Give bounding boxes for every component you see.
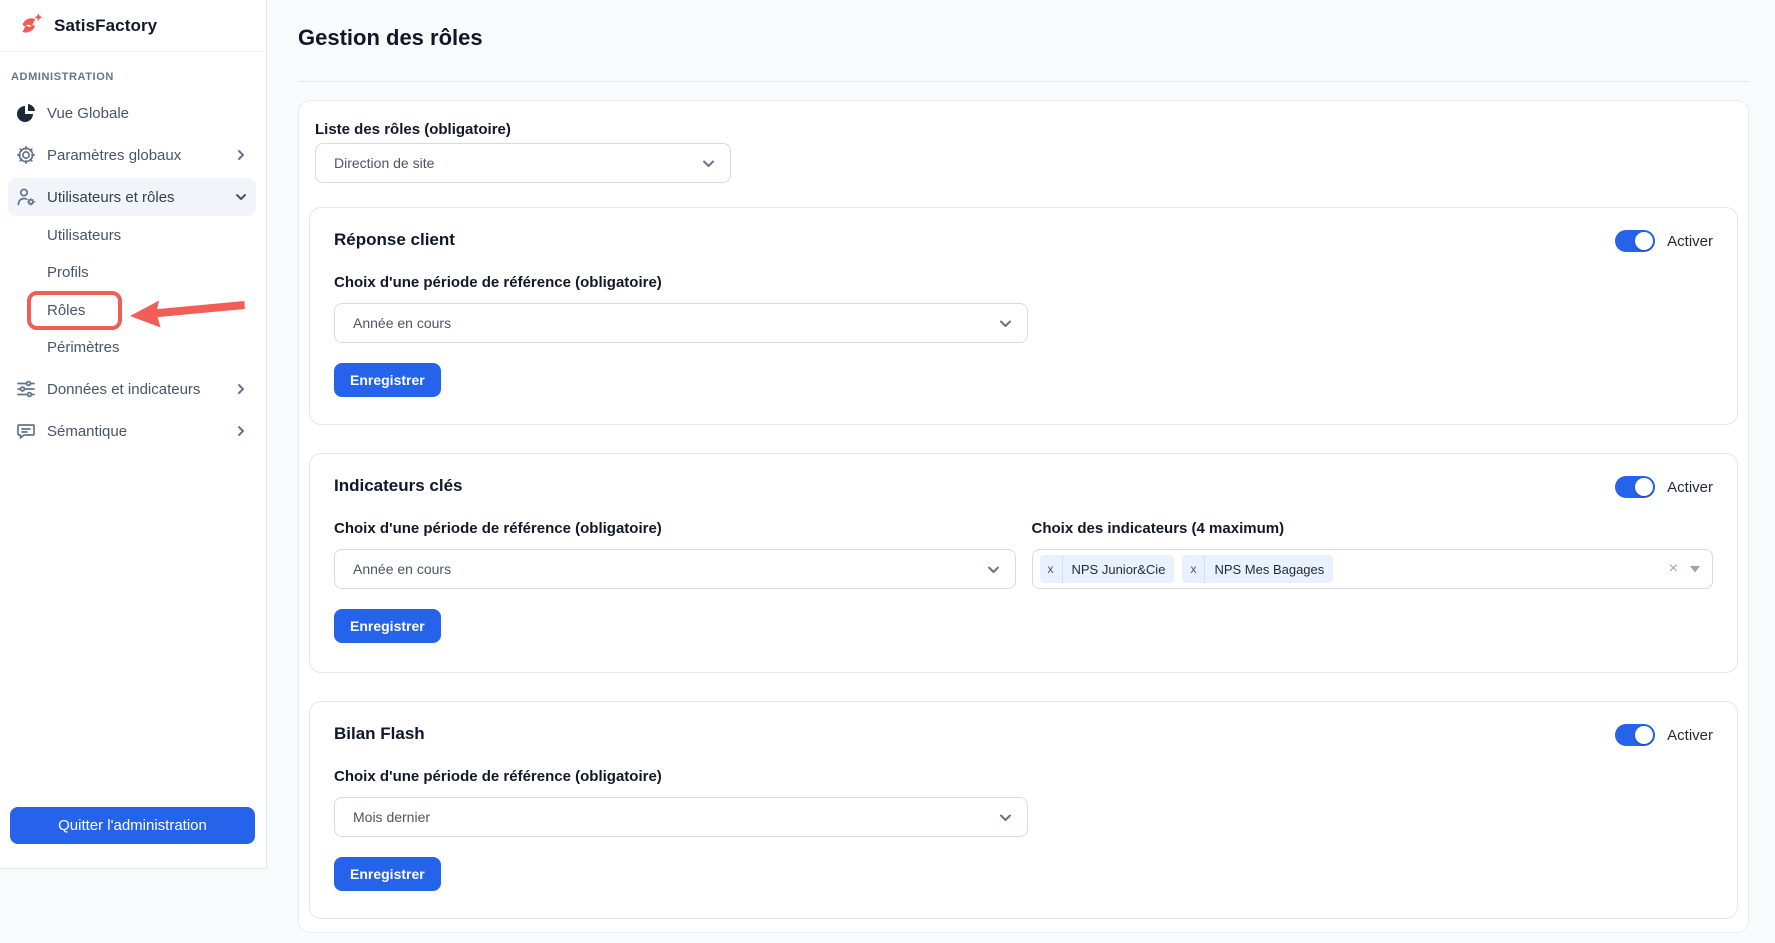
indicator-tag: x NPS Mes Bagages [1182,555,1333,583]
chevron-right-icon [234,382,248,396]
section-card-bilan-flash: Bilan Flash Activer Choix d'une période … [309,701,1738,919]
sidebar-subitem-perimetres[interactable]: Périmètres [8,328,256,366]
toggle-label: Activer [1667,727,1713,744]
activate-toggle-row: Activer [1615,230,1713,252]
period-column: Choix d'une période de référence (obliga… [334,496,1016,589]
sidebar-item-vue-globale[interactable]: Vue Globale [8,94,256,132]
gear-icon [16,145,36,165]
sidebar-item-label: Utilisateurs et rôles [47,189,175,206]
multiselect-controls: × [1669,561,1700,577]
indicator-tag-label: NPS Junior&Cie [1063,555,1175,583]
section-title: Bilan Flash [334,724,1713,744]
satisfactory-logo-icon [16,12,44,40]
period-label: Choix d'une période de référence (obliga… [334,520,1016,537]
sliders-icon [16,379,36,399]
page-title: Gestion des rôles [298,25,483,51]
sidebar-item-label: Périmètres [47,339,120,356]
sidebar-subitem-profils[interactable]: Profils [8,253,256,291]
indicator-tag: x NPS Junior&Cie [1040,555,1175,583]
sidebar-item-donnees-et-indicateurs[interactable]: Données et indicateurs [8,370,256,408]
sidebar-item-label: Profils [47,264,89,281]
activate-toggle-row: Activer [1615,724,1713,746]
role-select-value: Direction de site [334,155,434,171]
period-select[interactable]: Mois dernier [334,797,1028,837]
toggle-label: Activer [1667,479,1713,496]
save-button[interactable]: Enregistrer [334,857,441,891]
main-content: Gestion des rôles Liste des rôles (oblig… [267,0,1775,943]
sidebar-subitem-roles[interactable]: Rôles [8,291,256,329]
section-label-administration: ADMINISTRATION [11,71,114,83]
sidebar-item-semantique[interactable]: Sémantique [8,412,256,450]
section-title: Indicateurs clés [334,476,1713,496]
remove-tag-icon[interactable]: x [1040,555,1063,583]
activate-toggle[interactable] [1615,724,1655,746]
save-button[interactable]: Enregistrer [334,609,441,643]
indicator-tag-label: NPS Mes Bagages [1205,555,1333,583]
save-button[interactable]: Enregistrer [334,363,441,397]
sidebar-item-label: Utilisateurs [47,227,121,244]
title-divider [298,81,1749,82]
toggle-knob [1635,726,1653,744]
chevron-down-icon [986,562,1001,577]
indicators-label: Choix des indicateurs (4 maximum) [1032,520,1714,537]
period-select[interactable]: Année en cours [334,303,1028,343]
activate-toggle[interactable] [1615,230,1655,252]
section-title: Réponse client [334,230,1713,250]
dropdown-caret-icon[interactable] [1690,566,1700,573]
sidebar-item-utilisateurs-et-roles[interactable]: Utilisateurs et rôles [8,178,256,216]
admin-sidebar: SatisFactory ADMINISTRATION Vue Globale … [0,0,267,869]
toggle-knob [1635,232,1653,250]
sidebar-item-label: Données et indicateurs [47,381,200,398]
remove-tag-icon[interactable]: x [1182,555,1205,583]
period-label: Choix d'une période de référence (obliga… [334,768,1713,785]
sidebar-item-label: Sémantique [47,423,127,440]
chevron-down-icon [998,810,1013,825]
sidebar-item-label: Vue Globale [47,105,129,122]
roles-panel: Liste des rôles (obligatoire) Direction … [298,100,1749,933]
role-select[interactable]: Direction de site [315,143,731,183]
period-select-value: Année en cours [353,315,451,331]
chevron-down-icon [701,156,716,171]
activate-toggle-row: Activer [1615,476,1713,498]
chevron-down-icon [998,316,1013,331]
section-card-reponse-client: Réponse client Activer Choix d'une pério… [309,207,1738,425]
toggle-knob [1635,478,1653,496]
section-card-indicateurs-cles: Indicateurs clés Activer Choix d'une pér… [309,453,1738,673]
quit-administration-button[interactable]: Quitter l'administration [10,807,255,844]
indicators-multiselect[interactable]: x NPS Junior&Cie x NPS Mes Bagages × [1032,549,1714,589]
clear-all-icon[interactable]: × [1669,561,1678,577]
brand-name: SatisFactory [54,16,157,36]
sidebar-item-label: Paramètres globaux [47,147,181,164]
user-gear-icon [16,187,36,207]
sidebar-subitem-utilisateurs[interactable]: Utilisateurs [8,216,256,254]
brand-header: SatisFactory [0,0,266,52]
period-select[interactable]: Année en cours [334,549,1016,589]
activate-toggle[interactable] [1615,476,1655,498]
sidebar-item-label: Rôles [47,302,85,319]
chat-bubble-icon [16,421,36,441]
chevron-right-icon [234,424,248,438]
chevron-down-icon [234,190,248,204]
toggle-label: Activer [1667,233,1713,250]
sidebar-item-parametres-globaux[interactable]: Paramètres globaux [8,136,256,174]
role-list-label: Liste des rôles (obligatoire) [315,121,511,138]
period-label: Choix d'une période de référence (obliga… [334,274,1713,291]
pie-chart-icon [16,103,36,123]
period-select-value: Année en cours [353,561,451,577]
indicators-column: Choix des indicateurs (4 maximum) x NPS … [1032,496,1714,589]
period-select-value: Mois dernier [353,809,430,825]
chevron-right-icon [234,148,248,162]
